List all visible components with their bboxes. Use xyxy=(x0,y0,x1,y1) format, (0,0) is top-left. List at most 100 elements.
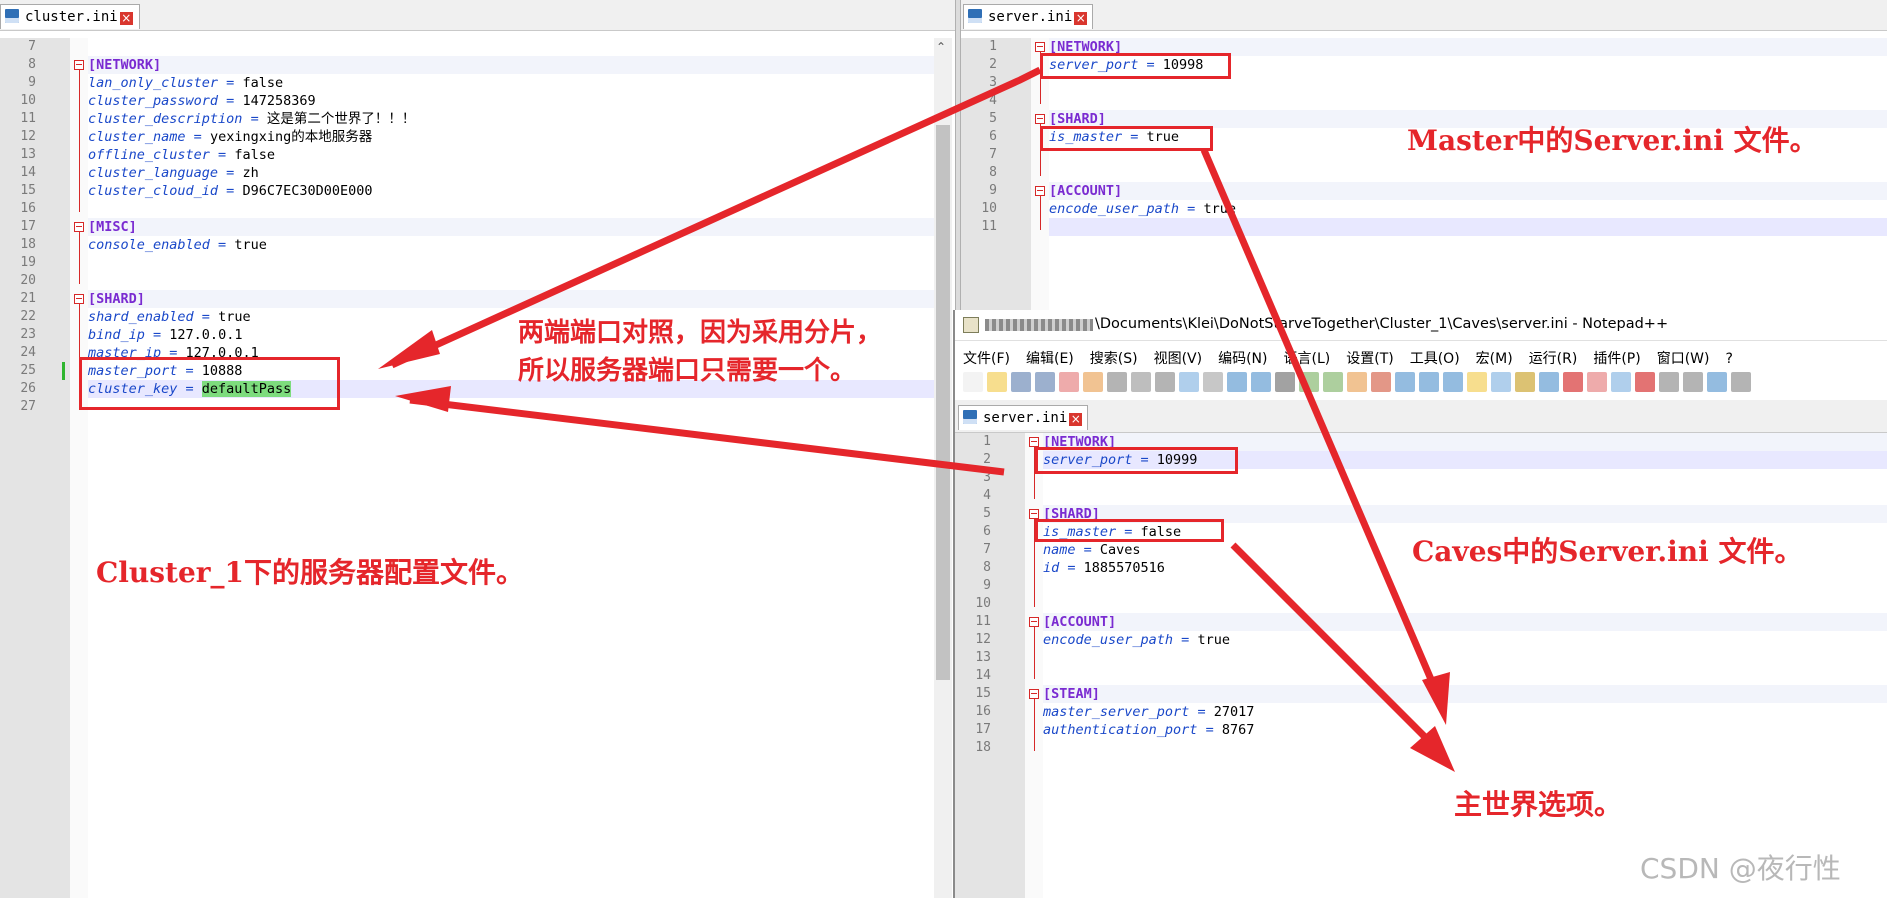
code-line[interactable] xyxy=(1043,649,1887,667)
line-number: 7 xyxy=(989,147,997,162)
code-line[interactable]: [STEAM] xyxy=(1043,685,1887,703)
code-line[interactable] xyxy=(1043,667,1887,685)
toolbar-button-icon[interactable] xyxy=(1587,372,1607,392)
toolbar-button-icon[interactable] xyxy=(1731,372,1751,392)
toolbar-button-icon[interactable] xyxy=(1395,372,1415,392)
fold-toggle-icon[interactable] xyxy=(1035,186,1045,196)
code-line[interactable] xyxy=(1043,487,1887,505)
menu-item[interactable]: 视图(V) xyxy=(1154,351,1203,367)
fold-toggle-icon[interactable] xyxy=(1035,42,1045,52)
code-line[interactable] xyxy=(1043,595,1887,613)
caves-notepad-window[interactable]: \Documents\Klei\DoNotStarveTogether\Clus… xyxy=(953,310,1887,898)
code-line[interactable]: master_server_port = 27017 xyxy=(1043,703,1887,721)
tab-master-server-ini[interactable]: server.ini × xyxy=(963,4,1093,29)
menu-item[interactable]: 文件(F) xyxy=(963,351,1010,367)
toolbar-button-icon[interactable] xyxy=(1683,372,1703,392)
toolbar-button-icon[interactable] xyxy=(1515,372,1535,392)
toolbar-button-icon[interactable] xyxy=(1059,372,1079,392)
menu-item[interactable]: 语言(L) xyxy=(1284,351,1331,367)
code-line[interactable]: cluster_language = zh xyxy=(88,164,934,182)
close-icon[interactable]: × xyxy=(1074,12,1088,25)
code-line[interactable]: [SHARD] xyxy=(88,290,934,308)
toolbar-button-icon[interactable] xyxy=(963,372,983,392)
toolbar-button-icon[interactable] xyxy=(1491,372,1511,392)
toolbar-button-icon[interactable] xyxy=(1011,372,1031,392)
fold-toggle-icon[interactable] xyxy=(74,294,84,304)
toolbar-button-icon[interactable] xyxy=(1419,372,1439,392)
menu-item[interactable]: ? xyxy=(1726,351,1733,367)
fold-toggle-icon[interactable] xyxy=(74,60,84,70)
toolbar-button-icon[interactable] xyxy=(1203,372,1223,392)
cluster-ini-editor[interactable]: cluster.ini × 7 8 9 10 11 12 13 14 15 16 17 18 19 20 21… xyxy=(0,0,957,898)
toolbar-button-icon[interactable] xyxy=(1347,372,1367,392)
toolbar-button-icon[interactable] xyxy=(1227,372,1247,392)
code-line[interactable] xyxy=(1043,739,1887,757)
toolbar-button-icon[interactable] xyxy=(1467,372,1487,392)
menu-item[interactable]: 运行(R) xyxy=(1529,351,1578,367)
code-line[interactable] xyxy=(1049,92,1887,110)
code-line[interactable]: cluster_description = 这是第二个世界了！！！ xyxy=(88,110,934,128)
title-bar[interactable]: \Documents\Klei\DoNotStarveTogether\Clus… xyxy=(955,310,1887,341)
code-line[interactable]: encode_user_path = true xyxy=(1043,631,1887,649)
code-line[interactable]: offline_cluster = false xyxy=(88,146,934,164)
toolbar-button-icon[interactable] xyxy=(1659,372,1679,392)
toolbar-button-icon[interactable] xyxy=(1107,372,1127,392)
code-line[interactable] xyxy=(88,272,934,290)
code-line[interactable]: [MISC] xyxy=(88,218,934,236)
toolbar-button-icon[interactable] xyxy=(1035,372,1055,392)
fold-toggle-icon[interactable] xyxy=(1029,509,1039,519)
tab-cluster-ini[interactable]: cluster.ini × xyxy=(0,4,140,29)
menu-item[interactable]: 工具(O) xyxy=(1410,351,1460,367)
toolbar-button-icon[interactable] xyxy=(1179,372,1199,392)
toolbar-button-icon[interactable] xyxy=(1299,372,1319,392)
code-line[interactable] xyxy=(88,200,934,218)
scroll-up-icon[interactable]: ⌃ xyxy=(936,40,946,54)
menu-item[interactable]: 插件(P) xyxy=(1593,351,1640,367)
fold-toggle-icon[interactable] xyxy=(1029,617,1039,627)
toolbar-button-icon[interactable] xyxy=(1635,372,1655,392)
code-line[interactable]: encode_user_path = true xyxy=(1049,200,1887,218)
menu-item[interactable]: 编辑(E) xyxy=(1026,351,1074,367)
menu-item[interactable]: 编码(N) xyxy=(1218,351,1267,367)
code-line[interactable]: lan_only_cluster = false xyxy=(88,74,934,92)
toolbar-button-icon[interactable] xyxy=(1539,372,1559,392)
toolbar-button-icon[interactable] xyxy=(1251,372,1271,392)
fold-toggle-icon[interactable] xyxy=(1035,114,1045,124)
menu-item[interactable]: 设置(T) xyxy=(1346,351,1393,367)
code-line[interactable] xyxy=(1043,577,1887,595)
fold-toggle-icon[interactable] xyxy=(1029,437,1039,447)
code-line[interactable] xyxy=(88,254,934,272)
toolbar-button-icon[interactable] xyxy=(1371,372,1391,392)
code-line[interactable]: cluster_name = yexingxing的本地服务器 xyxy=(88,128,934,146)
code-line[interactable] xyxy=(1049,164,1887,182)
toolbar-button-icon[interactable] xyxy=(1563,372,1583,392)
fold-toggle-icon[interactable] xyxy=(74,222,84,232)
toolbar-button-icon[interactable] xyxy=(1611,372,1631,392)
toolbar-button-icon[interactable] xyxy=(1131,372,1151,392)
menu-item[interactable]: 搜索(S) xyxy=(1090,351,1138,367)
close-icon[interactable]: × xyxy=(1069,413,1083,426)
code-area[interactable]: [NETWORK] server_port = 10999 [SHARD] is_m… xyxy=(1043,433,1887,757)
toolbar-button-icon[interactable] xyxy=(1155,372,1175,392)
fold-toggle-icon[interactable] xyxy=(1029,689,1039,699)
code-line[interactable]: [ACCOUNT] xyxy=(1049,182,1887,200)
code-line[interactable]: [ACCOUNT] xyxy=(1043,613,1887,631)
code-line[interactable]: [NETWORK] xyxy=(88,56,934,74)
menu-item[interactable]: 窗口(W) xyxy=(1657,351,1710,367)
scrollbar-thumb[interactable] xyxy=(936,125,950,680)
toolbar-button-icon[interactable] xyxy=(1443,372,1463,392)
toolbar-button-icon[interactable] xyxy=(1275,372,1295,392)
code-line[interactable]: console_enabled = true xyxy=(88,236,934,254)
toolbar-button-icon[interactable] xyxy=(1707,372,1727,392)
code-line[interactable] xyxy=(1049,218,1887,236)
code-line[interactable]: cluster_cloud_id = D96C7EC30D00E000 xyxy=(88,182,934,200)
code-line[interactable]: authentication_port = 8767 xyxy=(1043,721,1887,739)
tab-caves-server-ini[interactable]: server.ini × xyxy=(958,405,1088,430)
close-icon[interactable]: × xyxy=(119,12,133,25)
toolbar-button-icon[interactable] xyxy=(1323,372,1343,392)
code-line[interactable]: cluster_password = 147258369 xyxy=(88,92,934,110)
toolbar-button-icon[interactable] xyxy=(987,372,1007,392)
menu-item[interactable]: 宏(M) xyxy=(1476,351,1513,367)
toolbar-button-icon[interactable] xyxy=(1083,372,1103,392)
code-line[interactable] xyxy=(88,38,934,56)
